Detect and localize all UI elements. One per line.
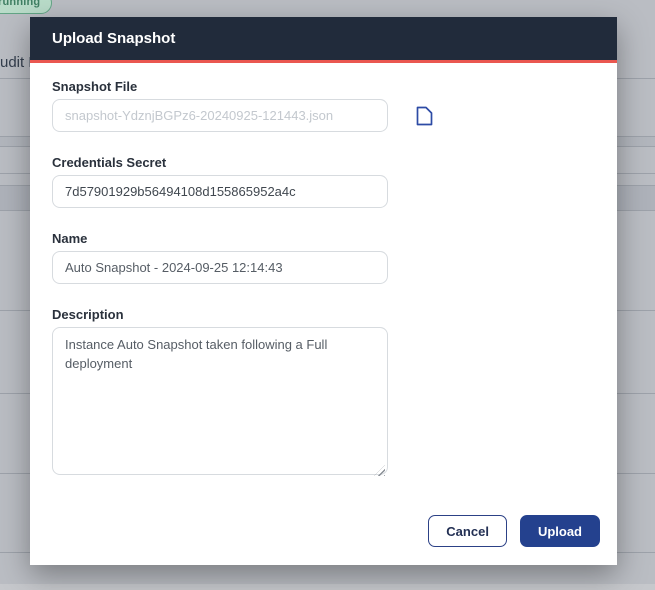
status-badge: running xyxy=(0,0,53,14)
credentials-secret-field: Credentials Secret xyxy=(52,155,600,208)
credentials-secret-label: Credentials Secret xyxy=(52,155,167,170)
cancel-button[interactable]: Cancel xyxy=(428,515,507,547)
description-textarea-wrap: Instance Auto Snapshot taken following a… xyxy=(52,327,388,480)
snapshot-file-label: Snapshot File xyxy=(52,79,138,94)
name-input[interactable] xyxy=(52,251,388,284)
name-label: Name xyxy=(52,231,88,246)
description-label: Description xyxy=(52,307,124,322)
credentials-secret-input[interactable] xyxy=(52,175,388,208)
file-icon xyxy=(415,105,434,127)
modal-header: Upload Snapshot xyxy=(30,17,617,60)
modal-body: Snapshot File Credentials Secret Name xyxy=(30,63,617,565)
description-textarea[interactable]: Instance Auto Snapshot taken following a… xyxy=(52,327,388,475)
upload-snapshot-modal: Upload Snapshot Snapshot File Credential… xyxy=(30,17,617,565)
snapshot-file-input[interactable] xyxy=(52,99,388,132)
snapshot-file-row xyxy=(52,99,600,132)
modal-footer: Cancel Upload xyxy=(52,505,600,547)
modal-title: Upload Snapshot xyxy=(52,30,176,47)
page-footer-strip xyxy=(0,584,655,590)
choose-file-button[interactable] xyxy=(413,104,435,128)
name-field: Name xyxy=(52,231,600,284)
description-field: Description Instance Auto Snapshot taken… xyxy=(52,307,600,480)
snapshot-file-field: Snapshot File xyxy=(52,79,600,132)
upload-button[interactable]: Upload xyxy=(519,515,600,547)
